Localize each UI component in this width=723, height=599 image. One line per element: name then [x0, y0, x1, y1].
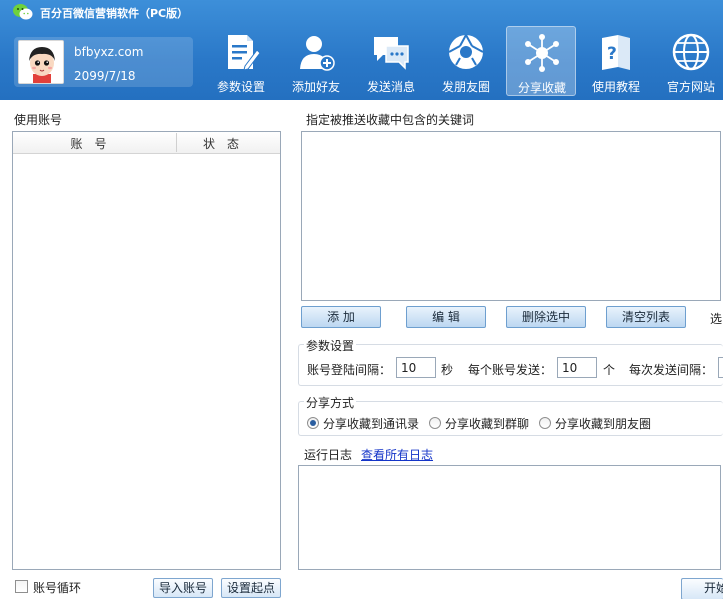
send-interval-label: 每次发送间隔： — [629, 363, 714, 377]
param-settings-title: 参数设置 — [304, 337, 357, 354]
login-interval-input[interactable] — [396, 357, 436, 378]
nav-label: 发送消息 — [366, 80, 415, 94]
nav-official-website[interactable]: 官方网站 — [656, 26, 723, 96]
nav-add-friend[interactable]: 添加好友 — [281, 26, 351, 96]
nav-label: 发朋友圈 — [441, 80, 490, 94]
send-interval-input[interactable] — [718, 357, 723, 378]
nav-param-settings[interactable]: 参数设置 — [206, 26, 276, 96]
share-to-moments-radio[interactable] — [539, 417, 551, 429]
delete-selected-button[interactable]: 删除选中 — [506, 306, 586, 328]
add-keyword-button[interactable]: 添 加 — [301, 306, 381, 328]
user-expiry-date: 2099/7/18 — [74, 69, 136, 83]
accounts-section-label: 使用账号 — [14, 113, 63, 127]
wechat-logo-icon — [13, 4, 33, 20]
nav-tutorial[interactable]: ? 使用教程 — [581, 26, 651, 96]
share-to-group-chat-radio[interactable] — [429, 417, 441, 429]
import-accounts-button[interactable]: 导入账号 — [153, 578, 213, 598]
share-to-contacts-label[interactable]: 分享收藏到通讯录 — [323, 415, 419, 432]
nav-label: 使用教程 — [591, 80, 640, 94]
header-bar: 百分百微信营销软件（PC版） bfbyxz.com 2099/7/18 参数设置… — [0, 0, 723, 100]
svg-text:?: ? — [607, 44, 617, 64]
per-account-label: 每个账号发送： — [468, 363, 553, 377]
add-user-icon — [300, 36, 335, 71]
keywords-overflow-text: 选 — [710, 312, 723, 326]
app-title: 百分百微信营销软件（PC版） — [40, 7, 189, 20]
per-account-input[interactable] — [557, 357, 597, 378]
column-header-account[interactable]: 账号 — [13, 135, 176, 152]
document-edit-icon — [228, 35, 261, 71]
account-list-header: 账号 状态 — [13, 132, 280, 154]
run-log-box[interactable] — [298, 465, 721, 570]
share-mode-title: 分享方式 — [304, 394, 357, 411]
share-to-contacts-radio[interactable] — [307, 417, 319, 429]
user-card: bfbyxz.com 2099/7/18 — [14, 37, 193, 87]
nav-send-message[interactable]: 发送消息 — [356, 26, 426, 96]
help-book-icon: ? — [602, 35, 630, 70]
clear-list-button[interactable]: 清空列表 — [606, 306, 686, 328]
view-all-logs-link[interactable]: 查看所有日志 — [361, 446, 433, 463]
account-list[interactable]: 账号 状态 — [12, 131, 281, 570]
account-loop-label: 账号循环 — [33, 581, 82, 595]
edit-keyword-button[interactable]: 编 辑 — [406, 306, 486, 328]
start-button[interactable]: 开始 — [681, 578, 723, 599]
camera-aperture-icon — [448, 34, 484, 69]
nav-label: 官方网站 — [666, 80, 715, 94]
run-log-label: 运行日志 — [304, 448, 353, 462]
globe-icon — [672, 33, 710, 71]
user-name: bfbyxz.com — [74, 45, 144, 59]
login-interval-label: 账号登陆间隔： — [307, 363, 392, 377]
share-to-moments-label[interactable]: 分享收藏到朋友圈 — [555, 415, 651, 432]
keywords-list[interactable] — [301, 131, 721, 301]
keywords-section-label: 指定被推送收藏中包含的关键词 — [306, 113, 475, 127]
set-start-point-button[interactable]: 设置起点 — [221, 578, 281, 598]
nav-post-moments[interactable]: 发朋友圈 — [431, 26, 501, 96]
avatar-cartoon-icon — [19, 41, 63, 83]
per-account-unit: 个 — [603, 363, 616, 377]
nav-share-favorites[interactable]: 分享收藏 — [506, 26, 576, 96]
share-network-icon — [525, 34, 559, 72]
column-header-status[interactable]: 状态 — [177, 135, 277, 152]
nav-label: 参数设置 — [216, 80, 265, 94]
nav-label: 分享收藏 — [517, 81, 566, 95]
account-loop-checkbox[interactable] — [15, 580, 28, 593]
chat-bubbles-icon — [374, 37, 409, 70]
title-bar: 百分百微信营销软件（PC版） — [0, 0, 723, 24]
nav-label: 添加好友 — [291, 80, 340, 94]
share-to-group-chat-label[interactable]: 分享收藏到群聊 — [445, 415, 529, 432]
login-interval-unit: 秒 — [441, 363, 454, 377]
avatar — [18, 40, 64, 84]
